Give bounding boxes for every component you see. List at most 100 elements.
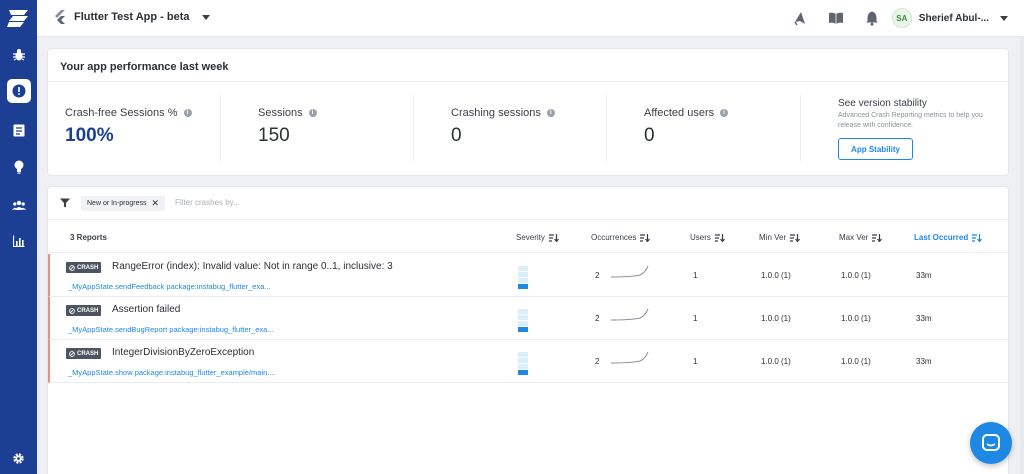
metric-label: Crashing sessions <box>451 107 541 119</box>
table-header: 3 Reports Severity Occurrences Users Min… <box>48 221 1008 253</box>
crash-location[interactable]: _MyAppState.sendFeedback package:instabu… <box>68 282 271 291</box>
severity-indicator <box>518 352 528 376</box>
column-label: Last Occurred <box>914 233 969 242</box>
users-count: 1 <box>693 357 698 366</box>
sidebar <box>0 0 37 474</box>
metric-label: Sessions <box>258 107 303 119</box>
avatar: SA <box>891 8 912 28</box>
metric-affected-users: Affected users i 0 <box>644 107 729 147</box>
scrollbar[interactable] <box>1020 37 1024 474</box>
min-version: 1.0.0 (1) <box>761 271 791 280</box>
info-icon[interactable]: i <box>546 109 555 117</box>
metric-crashing-sessions: Crashing sessions i 0 <box>451 107 555 147</box>
app-stability-button[interactable]: App Stability <box>838 138 913 160</box>
column-label: Min Ver <box>759 233 787 242</box>
max-version: 1.0.0 (1) <box>841 271 871 280</box>
sort-icon <box>714 233 725 242</box>
instabug-logo-icon[interactable] <box>6 8 31 28</box>
divider <box>800 95 801 161</box>
crash-badge-label: CRASH <box>77 264 99 271</box>
notification-bell-icon[interactable] <box>864 10 880 26</box>
column-label: Users <box>690 233 711 242</box>
docs-book-icon[interactable] <box>828 10 844 26</box>
crash-title[interactable]: Assertion failed <box>112 304 180 315</box>
column-users[interactable]: Users <box>690 233 725 242</box>
crash-icon <box>12 84 25 98</box>
filter-input[interactable]: Filter crashes by... <box>175 198 240 207</box>
crash-badge-label: CRASH <box>77 350 99 357</box>
sidebar-item-bugs[interactable] <box>0 40 37 70</box>
info-icon[interactable]: i <box>183 109 192 117</box>
divider <box>220 95 221 161</box>
occurrences-sparkline <box>610 265 649 278</box>
table-row[interactable]: CRASH IntegerDivisionByZeroException _My… <box>48 340 1008 383</box>
occurrences-sparkline <box>610 308 649 321</box>
crash-badge: CRASH <box>66 305 102 316</box>
info-icon[interactable]: i <box>720 109 729 117</box>
sidebar-item-users[interactable] <box>0 190 37 220</box>
divider <box>413 95 414 161</box>
column-label: Severity <box>516 233 545 242</box>
stability-title: See version stability <box>838 98 927 109</box>
column-min-ver[interactable]: Min Ver <box>759 233 801 242</box>
chevron-down-icon <box>201 14 210 20</box>
crash-icon <box>69 307 75 314</box>
sidebar-item-features[interactable] <box>0 152 37 182</box>
sidebar-item-settings[interactable] <box>0 443 37 473</box>
table-row[interactable]: CRASH RangeError (index): Invalid value:… <box>48 254 1008 297</box>
sidebar-item-analytics[interactable] <box>0 226 37 256</box>
sort-icon <box>972 233 983 242</box>
users-count: 1 <box>693 314 698 323</box>
sidebar-item-surveys[interactable] <box>0 115 37 145</box>
user-menu[interactable]: SA Sherief Abul-... <box>891 8 1008 28</box>
crash-badge: CRASH <box>66 348 102 359</box>
column-max-ver[interactable]: Max Ver <box>839 233 883 242</box>
column-severity[interactable]: Severity <box>516 233 559 242</box>
user-name: Sherief Abul-... <box>918 12 989 24</box>
report-count: 3 Reports <box>70 233 107 242</box>
column-label: Occurrences <box>591 233 637 242</box>
metric-label: Crash-free Sessions % <box>65 107 178 119</box>
top-bar: Flutter Test App - beta SA Sherief Abul-… <box>37 0 1024 37</box>
app-switcher[interactable]: Flutter Test App - beta <box>54 10 210 24</box>
crash-badge: CRASH <box>66 262 102 273</box>
crashes-card: New or In-progress ✕ Filter crashes by..… <box>47 186 1009 474</box>
chevron-down-icon <box>1000 15 1008 21</box>
column-last-occurred[interactable]: Last Occurred <box>914 233 983 242</box>
sidebar-item-crashes[interactable] <box>0 76 37 106</box>
crash-title[interactable]: IntegerDivisionByZeroException <box>112 347 254 358</box>
table-row[interactable]: CRASH Assertion failed _MyAppState.sendB… <box>48 297 1008 340</box>
metric-crash-free-sessions: Crash-free Sessions % i 100% <box>65 107 192 147</box>
crash-title[interactable]: RangeError (index): Invalid value: Not i… <box>112 261 393 272</box>
last-occurred: 33m <box>916 314 932 323</box>
chart-icon <box>12 235 24 247</box>
users-icon <box>11 200 26 210</box>
occurrences-count: 2 <box>595 271 600 280</box>
filter-chip[interactable]: New or In-progress ✕ <box>81 196 166 211</box>
crash-badge-label: CRASH <box>77 307 99 314</box>
chat-icon <box>982 434 1000 451</box>
severity-indicator <box>518 309 528 333</box>
survey-icon <box>13 124 24 137</box>
flutter-logo-icon <box>55 10 65 24</box>
sort-icon <box>790 233 801 242</box>
crash-location[interactable]: _MyAppState.sendBugReport package:instab… <box>68 325 274 334</box>
chat-launcher-button[interactable] <box>970 422 1012 464</box>
column-label: Max Ver <box>839 233 869 242</box>
announcement-icon[interactable] <box>792 10 808 26</box>
filter-icon[interactable] <box>60 198 70 208</box>
column-occurrences[interactable]: Occurrences <box>591 233 651 242</box>
close-icon[interactable]: ✕ <box>152 198 160 209</box>
metric-value: 100% <box>65 125 114 146</box>
info-icon[interactable]: i <box>308 109 317 117</box>
divider <box>606 95 607 161</box>
app-name: Flutter Test App - beta <box>74 11 190 23</box>
crash-icon <box>69 264 75 271</box>
min-version: 1.0.0 (1) <box>761 357 791 366</box>
filter-chip-label: New or In-progress <box>87 200 147 207</box>
metric-value: 150 <box>258 125 290 146</box>
sort-icon <box>872 233 883 242</box>
last-occurred: 33m <box>916 271 932 280</box>
crash-location[interactable]: _MyAppState.show package:instabug_flutte… <box>68 368 276 377</box>
metric-label: Affected users <box>644 107 715 119</box>
